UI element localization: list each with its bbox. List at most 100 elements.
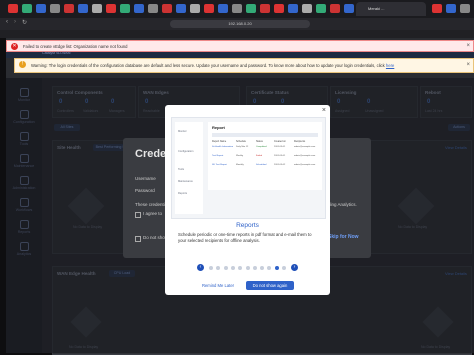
- url-field[interactable]: 192.168.0.20: [170, 20, 310, 28]
- preview-search: [212, 133, 318, 137]
- bookmarks-bar: [0, 30, 474, 38]
- error-banner-text: Failed to create vEdge list: Organizatio…: [23, 44, 128, 49]
- warning-banner-text: Warning: The login credentials of the co…: [31, 59, 394, 72]
- preview-cell: Failed: [256, 155, 262, 157]
- tab-icon[interactable]: [274, 4, 284, 13]
- preview-report-panel: Report Report Name Schedule Status Creat…: [208, 122, 322, 190]
- tab-icon[interactable]: [446, 4, 456, 13]
- pagination-dot[interactable]: [267, 266, 272, 270]
- tab-icon[interactable]: [22, 4, 32, 13]
- preview-nav-item: Tools: [178, 168, 185, 171]
- do-not-show-again-button[interactable]: Do not show again: [246, 281, 294, 290]
- back-icon[interactable]: ‹: [6, 19, 8, 25]
- modal-title: Reports: [236, 222, 259, 229]
- pagination-dot[interactable]: [245, 266, 250, 270]
- tab-icon[interactable]: [344, 4, 354, 13]
- forward-icon[interactable]: ›: [14, 19, 16, 25]
- warning-link[interactable]: here: [386, 63, 394, 68]
- preview-nav: Monitor Configuration Tools Maintenance …: [175, 122, 203, 214]
- tab-icon[interactable]: [64, 4, 74, 13]
- close-icon[interactable]: ×: [466, 59, 470, 72]
- agree-label: I agree to: [143, 211, 163, 216]
- tab-icon[interactable]: [288, 4, 298, 13]
- close-icon[interactable]: ×: [466, 41, 470, 52]
- preview-nav-item: Monitor: [178, 130, 187, 133]
- error-icon: ✕: [11, 43, 18, 50]
- preview-col: Report Name: [212, 140, 227, 143]
- report-preview-image: Monitor Configuration Tools Maintenance …: [171, 117, 326, 219]
- remind-later-button[interactable]: Remind Me Later: [198, 281, 238, 290]
- active-tab[interactable]: Meraki ...: [356, 2, 426, 16]
- password-label: Password: [135, 188, 155, 193]
- tab-icon[interactable]: [232, 4, 242, 13]
- preview-cell: 2024-03-01: [274, 146, 286, 148]
- preview-cell: Sit Health Information: [212, 146, 234, 148]
- pagination-dot[interactable]: [252, 266, 257, 270]
- preview-nav-item: Maintenance: [178, 180, 193, 183]
- tab-icon[interactable]: [246, 4, 256, 13]
- pagination-dot[interactable]: [223, 266, 228, 270]
- tab-icon[interactable]: [460, 4, 470, 13]
- pagination-dot[interactable]: [282, 266, 286, 270]
- tab-icon[interactable]: [218, 4, 228, 13]
- app-header: Catalyst SD-WAN: [6, 51, 474, 58]
- tab-icon[interactable]: [316, 4, 326, 13]
- preview-cell: Daily Mar 12: [236, 146, 249, 148]
- tab-icon[interactable]: [134, 4, 144, 13]
- tab-icon[interactable]: [190, 4, 200, 13]
- pagination-dot[interactable]: [260, 266, 265, 270]
- preview-cell: Completed: [256, 146, 267, 148]
- tab-icon[interactable]: [204, 4, 214, 13]
- preview-col: Created on: [274, 140, 286, 143]
- preview-nav-item: Configuration: [178, 150, 194, 153]
- dialog-body-text: ding Analytics.: [328, 202, 357, 207]
- app-title: Catalyst SD-WAN: [42, 51, 71, 55]
- agree-checkbox[interactable]: [135, 212, 141, 218]
- tab-icon[interactable]: [148, 4, 158, 13]
- preview-cell: admin@example.com: [294, 155, 316, 157]
- tab-icon[interactable]: [120, 4, 130, 13]
- username-label: Username: [135, 176, 156, 181]
- warning-text: Warning: The login credentials of the co…: [31, 63, 385, 68]
- modal-description: Schedule periodic or one-time reports in…: [178, 232, 312, 244]
- preview-cell: admin@example.com: [294, 146, 316, 148]
- tab-icon[interactable]: [78, 4, 88, 13]
- pagination-dot-active[interactable]: [274, 266, 279, 270]
- warning-icon: !: [19, 61, 26, 68]
- address-bar-row: ‹ › ↻ 192.168.0.20: [0, 18, 474, 30]
- preview-cell: admin@example.com: [294, 164, 316, 166]
- tab-icon[interactable]: [8, 4, 18, 13]
- carousel-pagination: ‹ ›: [165, 264, 330, 272]
- close-icon[interactable]: ×: [322, 107, 326, 114]
- skip-button[interactable]: Skip for Now: [328, 234, 359, 240]
- preview-cell: Scheduled: [256, 164, 267, 166]
- preview-cell: 2024-03-01: [274, 155, 286, 157]
- tab-icon[interactable]: [432, 4, 442, 13]
- chevron-right-icon[interactable]: ›: [291, 264, 298, 271]
- chevron-left-icon[interactable]: ‹: [197, 264, 204, 271]
- pagination-dot[interactable]: [238, 266, 243, 270]
- reload-icon[interactable]: ↻: [22, 19, 27, 26]
- tab-icon[interactable]: [330, 4, 340, 13]
- preview-col: Schedule: [236, 140, 246, 143]
- tab-icon[interactable]: [92, 4, 102, 13]
- tab-icon[interactable]: [50, 4, 60, 13]
- pagination-dot[interactable]: [230, 266, 235, 270]
- pagination-dot[interactable]: [216, 266, 221, 270]
- tab-icon[interactable]: [162, 4, 172, 13]
- pagination-dot[interactable]: [209, 266, 213, 270]
- preview-col: Recipients: [294, 140, 306, 143]
- preview-cell: SD Test Report: [212, 164, 227, 166]
- whats-new-modal: × Monitor Configuration Tools Maintenanc…: [165, 105, 330, 295]
- preview-cell: Test Report: [212, 155, 224, 157]
- tab-icon[interactable]: [106, 4, 116, 13]
- tab-icon[interactable]: [302, 4, 312, 13]
- tab-icon[interactable]: [36, 4, 46, 13]
- preview-nav-item: Reports: [178, 192, 188, 195]
- dont-show-checkbox[interactable]: [135, 236, 141, 242]
- error-banner: ✕ Failed to create vEdge list: Organizat…: [6, 40, 474, 52]
- preview-cell: Monthly: [236, 164, 244, 166]
- tab-icon[interactable]: [176, 4, 186, 13]
- tab-icon[interactable]: [260, 4, 270, 13]
- warning-banner: ! Warning: The login credentials of the …: [14, 58, 474, 73]
